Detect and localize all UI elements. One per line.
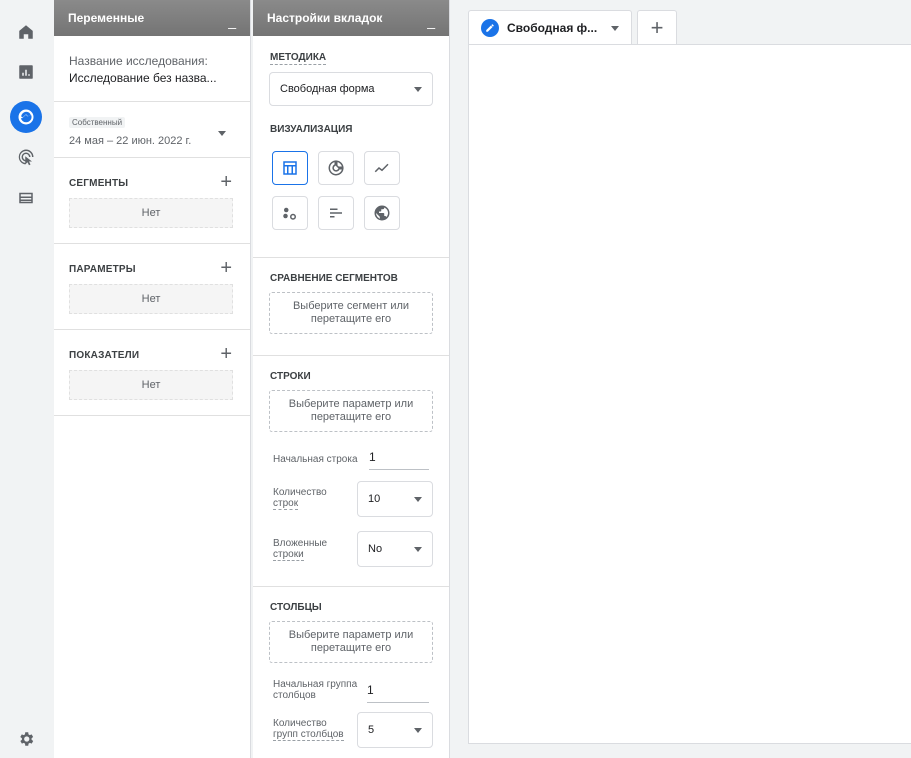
start-col-input[interactable]: 1 [367,683,429,703]
nested-rows-label-line-1: Вложенные [273,538,328,549]
variables-title: Переменные [68,11,145,25]
date-range-selector[interactable]: Собственный 24 мая – 22 июн. 2022 г. [54,102,250,158]
chevron-down-icon [414,87,422,92]
col-groups-label-line-1: Количество [273,718,327,729]
date-range-type: Собственный [69,117,126,128]
nested-rows-label-line-2: строки [273,549,304,561]
minimize-tab-settings-button[interactable]: _ [427,13,435,29]
rows-drop-zone[interactable]: Выберите параметр или перетащите его [269,390,433,432]
col-groups-label: Количество групп столбцов [273,718,344,741]
start-col-label-line-1: Начальная группа [273,679,358,690]
metrics-empty: Нет [69,370,233,400]
technique-value: Свободная форма [280,83,375,95]
reports-icon[interactable] [10,56,42,88]
chevron-down-icon [414,497,422,502]
show-rows-value: 10 [368,493,381,505]
nested-rows-label: Вложенные строки [273,538,328,561]
donut-chart-icon[interactable] [318,151,354,185]
rows-section: СТРОКИ Выберите параметр или перетащите … [253,356,449,587]
variables-panel: Переменные _ Название исследования: Иссл… [54,0,251,758]
study-name-block[interactable]: Название исследования: Исследование без … [54,36,250,102]
exploration-canvas[interactable] [468,44,911,744]
minimize-variables-button[interactable]: _ [228,13,236,29]
col-groups-select[interactable]: 5 [357,712,433,748]
columns-section: СТОЛБЦЫ Выберите параметр или перетащите… [253,587,449,758]
add-metric-button[interactable]: + [220,344,232,364]
dimensions-title: ПАРАМЕТРЫ [69,264,136,275]
tab-settings-title: Настройки вкладок [267,11,383,25]
show-rows-select[interactable]: 10 [357,481,433,517]
chevron-down-icon[interactable] [218,131,226,136]
segments-section: СЕГМЕНТЫ + Нет [54,158,250,244]
show-rows-label-line-2: строк [273,498,299,510]
nav-rail [0,0,52,758]
pencil-icon [481,18,499,37]
segment-compare-title: СРАВНЕНИЕ СЕГМЕНТОВ [270,273,398,284]
columns-drop-zone[interactable]: Выберите параметр или перетащите его [269,621,433,663]
nested-rows-value: No [368,543,383,555]
start-col-label-line-2: столбцов [273,690,316,701]
technique-viz-section: МЕТОДИКА Свободная форма ВИЗУАЛИЗАЦИЯ [253,36,449,258]
show-rows-label-line-1: Количество [273,487,327,498]
dimensions-section: ПАРАМЕТРЫ + Нет [54,244,250,330]
rows-title: СТРОКИ [270,371,311,382]
show-rows-label: Количество строк [273,487,327,510]
start-col-label: Начальная группа столбцов [273,679,357,701]
chevron-down-icon [414,728,422,733]
study-name-label: Название исследования: [69,54,208,68]
chevron-down-icon [414,547,422,552]
configure-icon[interactable] [10,182,42,214]
technique-title: МЕТОДИКА [270,52,327,65]
tab-free-form[interactable]: Свободная ф... [468,10,632,44]
add-tab-button[interactable]: + [637,10,677,44]
explore-app: Переменные _ Название исследования: Иссл… [0,0,911,758]
date-range-value: 24 мая – 22 июн. 2022 г. [69,135,192,147]
tab-settings-header: Настройки вкладок _ [253,0,449,36]
variables-header: Переменные _ [54,0,250,36]
add-dimension-button[interactable]: + [220,258,232,278]
segments-title: СЕГМЕНТЫ [69,178,129,189]
geo-map-icon[interactable] [364,196,400,230]
advertising-icon[interactable] [10,141,42,173]
segments-empty: Нет [69,198,233,228]
viz-title: ВИЗУАЛИЗАЦИЯ [270,124,353,135]
add-segment-button[interactable]: + [220,172,232,192]
columns-title: СТОЛБЦЫ [270,602,322,613]
line-chart-icon[interactable] [364,151,400,185]
start-row-label: Начальная строка [273,454,358,465]
nested-rows-select[interactable]: No [357,531,433,567]
tab-label: Свободная ф... [507,20,598,35]
chevron-down-icon[interactable] [611,26,619,31]
scatter-plot-icon[interactable] [272,196,308,230]
start-row-input[interactable]: 1 [369,450,429,470]
col-groups-label-line-2: групп столбцов [273,729,344,741]
table-icon[interactable] [272,151,308,185]
segment-compare-section: СРАВНЕНИЕ СЕГМЕНТОВ Выберите сегмент или… [253,258,449,356]
explore-icon[interactable] [10,101,42,133]
metrics-title: ПОКАЗАТЕЛИ [69,350,140,361]
settings-icon[interactable] [10,723,42,755]
segment-drop-zone[interactable]: Выберите сегмент или перетащите его [269,292,433,334]
study-name-value[interactable]: Исследование без назва... [69,71,235,85]
bar-chart-icon[interactable] [318,196,354,230]
technique-select[interactable]: Свободная форма [269,72,433,106]
home-icon[interactable] [10,16,42,48]
tab-settings-panel: Настройки вкладок _ МЕТОДИКА Свободная ф… [253,0,450,758]
metrics-section: ПОКАЗАТЕЛИ + Нет [54,330,250,416]
col-groups-value: 5 [368,724,375,736]
dimensions-empty: Нет [69,284,233,314]
